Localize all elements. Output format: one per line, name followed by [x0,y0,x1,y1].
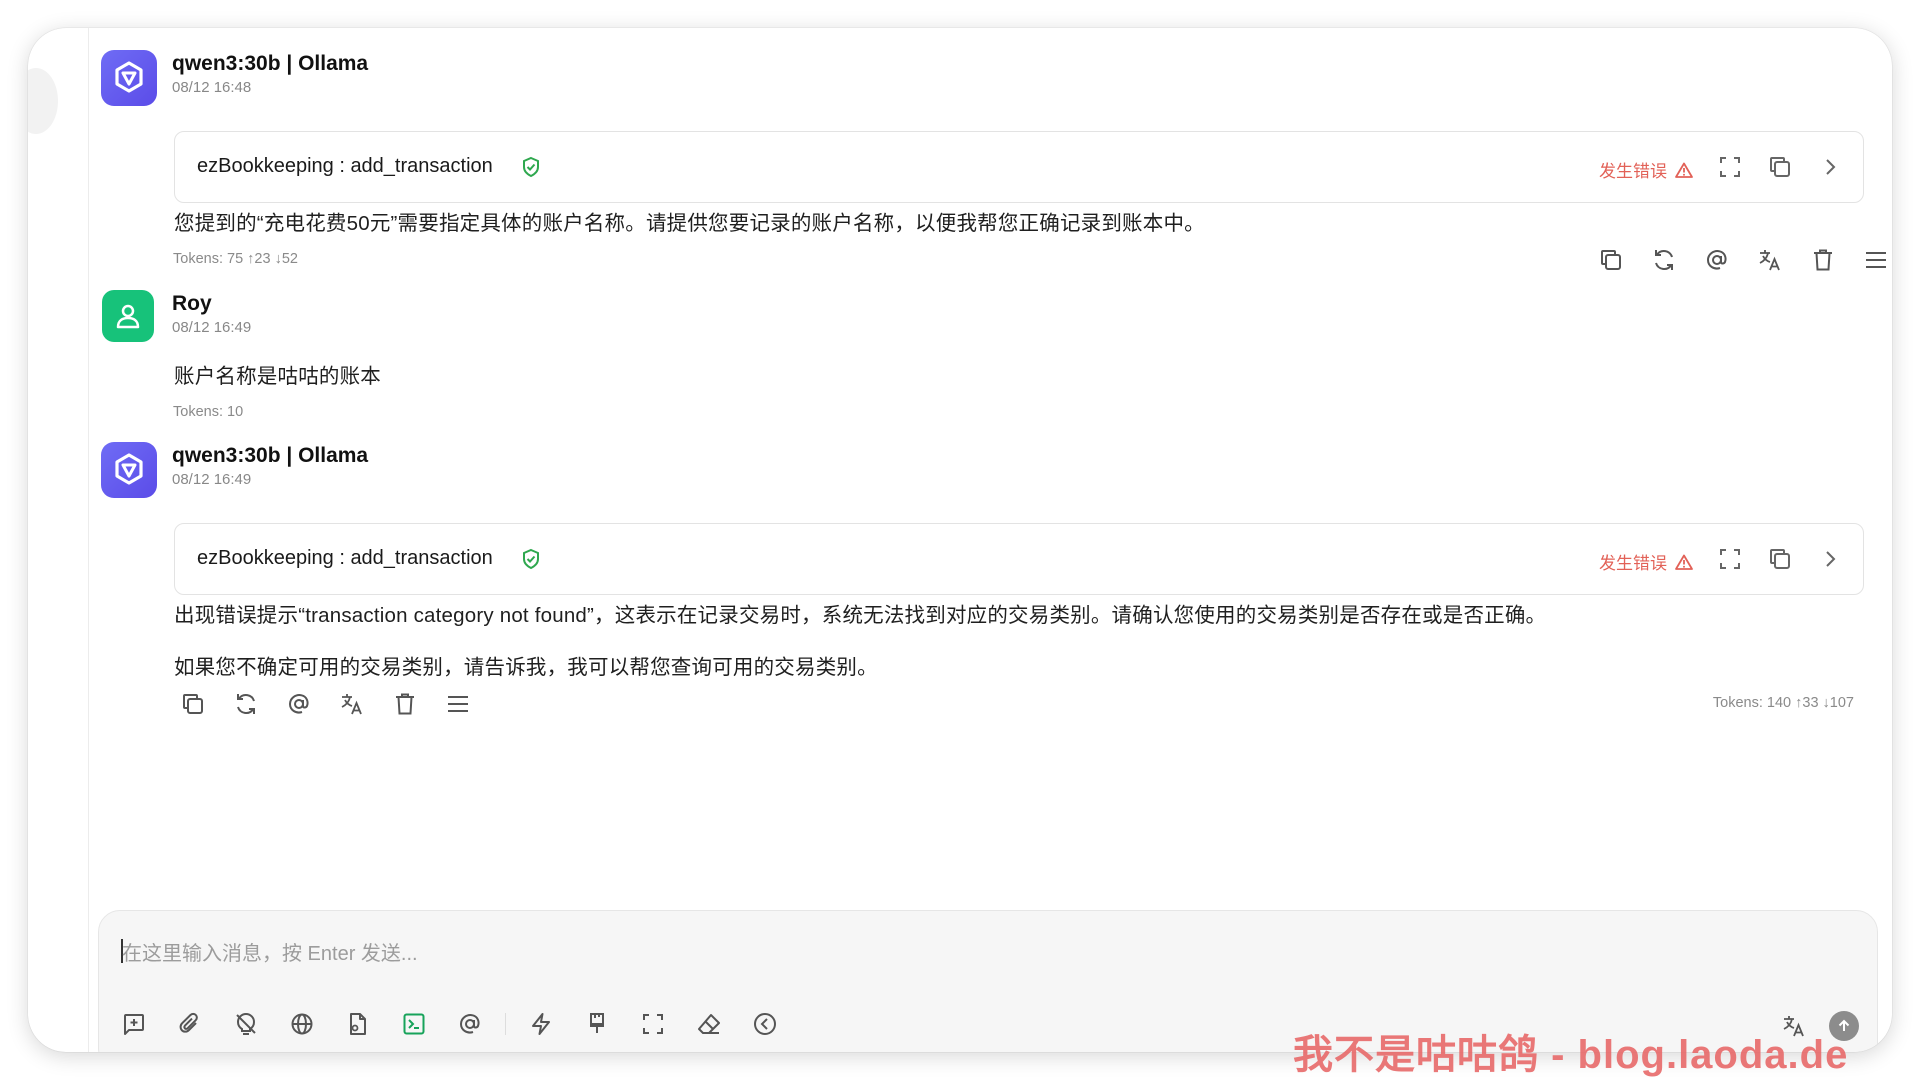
regenerate-icon[interactable] [233,691,259,717]
tool-error-status: 发生错误 [1599,157,1693,182]
copy-icon[interactable] [180,691,206,717]
copy-icon[interactable] [1767,154,1793,180]
qwen-avatar [101,442,157,498]
expand-icon[interactable] [640,1011,666,1037]
copy-icon[interactable] [1767,546,1793,572]
token-count: Tokens: 140 ↑33 ↓107 [1712,695,1854,711]
message-author: qwen3:30b | Ollama [172,52,369,75]
chat-window: qwen3:30b | Ollama 08/12 16:48 ezBookkee… [28,28,1892,1052]
token-count: Tokens: 10 [173,404,244,420]
message-author: Roy [172,292,212,315]
delete-icon[interactable] [392,691,418,717]
watermark: 我不是咕咕鸽 - blog.laoda.de [1293,1033,1849,1077]
message-actions [1598,247,1889,273]
thinking-off-icon[interactable] [233,1011,259,1037]
user-avatar [102,290,154,342]
sidebar-divider [88,28,89,1052]
message-author: qwen3:30b | Ollama [172,444,369,467]
token-count: Tokens: 75 ↑23 ↓52 [173,251,298,267]
tool-error-status: 发生错误 [1599,549,1693,574]
tool-call-name: ezBookkeeping : add_transaction [197,155,493,177]
toolbar-separator [505,1013,506,1035]
message-text: 您提到的“充电花费50元”需要指定具体的账户名称。请提供您要记录的账户名称，以便… [174,212,1205,235]
tool-call-card[interactable]: ezBookkeeping : add_transaction 发生错误 [174,131,1864,203]
qwen-logo-icon [115,61,143,93]
eraser-icon[interactable] [696,1011,722,1037]
delete-icon[interactable] [1810,247,1836,273]
tool-call-name: ezBookkeeping : add_transaction [197,547,493,569]
expand-icon[interactable] [1717,154,1743,180]
mention-icon[interactable] [1704,247,1730,273]
message-text: 如果您不确定可用的交易类别，请告诉我，我可以帮您查询可用的交易类别。 [174,656,878,679]
message-input-placeholder[interactable]: 在这里输入消息，按 Enter 发送... [122,937,418,966]
mcp-terminal-icon[interactable] [401,1011,427,1037]
translate-icon[interactable] [339,691,365,717]
paintbrush-icon[interactable] [584,1011,610,1037]
globe-icon[interactable] [289,1011,315,1037]
qwen-avatar [101,50,157,106]
warning-icon [1675,554,1693,570]
regenerate-icon[interactable] [1651,247,1677,273]
mention-icon[interactable] [457,1011,483,1037]
chevron-right-icon[interactable] [1817,546,1843,572]
warning-icon [1675,162,1693,178]
user-icon [116,304,140,329]
expand-icon[interactable] [1717,546,1743,572]
message-actions [180,691,471,717]
message-time: 08/12 16:49 [172,319,252,336]
attachment-icon[interactable] [177,1011,203,1037]
new-topic-icon[interactable] [121,1011,147,1037]
mention-icon[interactable] [286,691,312,717]
input-toolbar [121,1011,778,1037]
shield-check-icon [523,156,539,178]
message-text: 账户名称是咕咕的账本 [174,365,381,388]
sidebar-toggle[interactable] [28,68,58,134]
knowledge-base-icon[interactable] [345,1011,371,1037]
translate-icon[interactable] [1757,247,1783,273]
message-text: 出现错误提示“transaction category not found”，这… [174,604,1547,627]
tool-call-card[interactable]: ezBookkeeping : add_transaction 发生错误 [174,523,1864,595]
menu-icon[interactable] [445,691,471,717]
copy-icon[interactable] [1598,247,1624,273]
message-time: 08/12 16:48 [172,79,252,96]
chevron-right-icon[interactable] [1817,154,1843,180]
menu-icon[interactable] [1863,247,1889,273]
shield-check-icon [523,548,539,570]
qwen-logo-icon [115,453,143,485]
collapse-left-icon[interactable] [752,1011,778,1037]
quick-phrase-icon[interactable] [528,1011,554,1037]
message-time: 08/12 16:49 [172,471,252,488]
